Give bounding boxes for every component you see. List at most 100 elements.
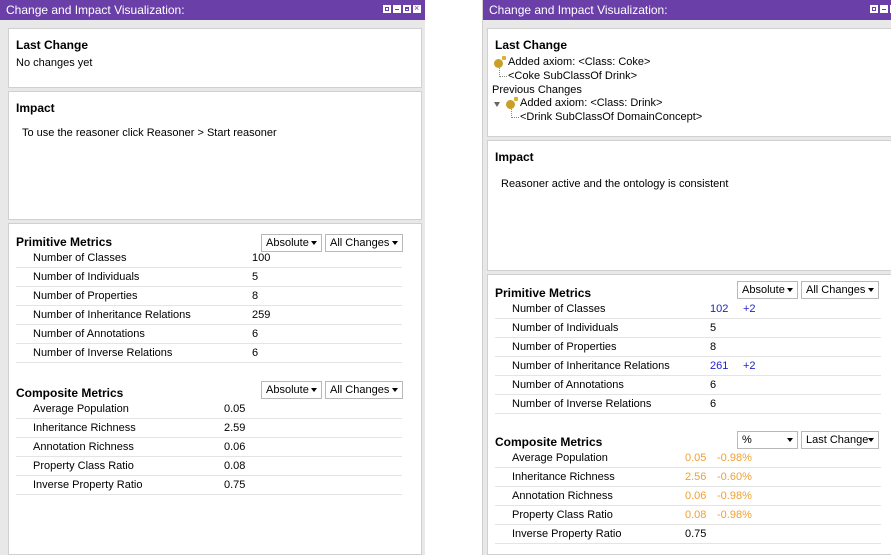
- metric-row: Number of Properties 8: [495, 338, 881, 357]
- chevron-down-icon: [787, 288, 793, 292]
- impact-heading: Impact: [495, 150, 534, 164]
- metric-value: 0.08: [685, 509, 707, 521]
- metric-value: 259: [252, 309, 271, 321]
- metric-name: Number of Inheritance Relations: [33, 309, 191, 321]
- primitive-scope-value: All Changes: [806, 284, 866, 296]
- metric-name: Inverse Property Ratio: [512, 528, 622, 540]
- panel-title: Change and Impact Visualization:: [6, 3, 185, 17]
- primitive-scope-select[interactable]: All Changes: [801, 281, 879, 299]
- chevron-down-icon: [868, 438, 874, 442]
- metric-value: 5: [252, 271, 259, 283]
- metric-row: Number of Inverse Relations 6: [495, 395, 881, 414]
- metric-value: 6: [710, 379, 717, 391]
- impact-heading: Impact: [16, 101, 55, 115]
- impact-section: Impact Reasoner active and the ontology …: [487, 140, 891, 271]
- metric-row: Number of Annotations 6: [495, 376, 881, 395]
- minimize-icon[interactable]: [880, 5, 888, 13]
- metric-row: Number of Inverse Relations 6: [16, 344, 402, 363]
- tree-item-prev-detail: <Drink SubClassOf DomainConcept>: [520, 111, 703, 123]
- metric-name: Number of Inverse Relations: [33, 347, 173, 359]
- window-controls: [870, 5, 891, 13]
- axiom-icon: [494, 56, 506, 68]
- tree-item-axiom[interactable]: Added axiom: <Class: Coke>: [508, 56, 650, 68]
- right-visualization-panel: Change and Impact Visualization: Last Ch…: [482, 0, 891, 555]
- metric-name: Number of Annotations: [512, 379, 624, 391]
- metric-name: Number of Inheritance Relations: [512, 360, 670, 372]
- metric-row: Inverse Property Ratio 0.75: [16, 476, 402, 495]
- metric-value: 0.05: [685, 452, 707, 464]
- composite-mode-value: %: [742, 434, 752, 446]
- metric-name: Number of Classes: [512, 303, 606, 315]
- restore-icon[interactable]: [870, 5, 878, 13]
- metric-value: 0.05: [224, 403, 246, 415]
- metric-value: 0.75: [224, 479, 246, 491]
- metric-name: Number of Classes: [33, 252, 127, 264]
- last-change-heading: Last Change: [495, 38, 568, 52]
- metric-row: Inheritance Richness 2.59: [16, 419, 402, 438]
- left-visualization-panel: Change and Impact Visualization: Last Ch…: [0, 0, 425, 555]
- composite-scope-select[interactable]: Last Change: [801, 431, 879, 449]
- metric-name: Number of Individuals: [512, 322, 619, 334]
- metric-value: 6: [252, 347, 259, 359]
- metric-value: 2.59: [224, 422, 246, 434]
- tree-item-axiom-detail: <Coke SubClassOf Drink>: [508, 70, 637, 82]
- metric-value: 100: [252, 252, 271, 264]
- restore-icon[interactable]: [383, 5, 391, 13]
- metric-value: 0.08: [224, 460, 246, 472]
- metric-row: Number of Classes 100: [16, 249, 402, 268]
- metric-name: Property Class Ratio: [33, 460, 134, 472]
- metric-name: Number of Individuals: [33, 271, 140, 283]
- metric-delta: +2: [743, 360, 756, 372]
- metric-value: 8: [252, 290, 259, 302]
- close-icon[interactable]: [413, 2, 421, 14]
- tree-item-prev-axiom[interactable]: Added axiom: <Class: Drink>: [520, 97, 662, 109]
- metric-value: 0.06: [224, 441, 246, 453]
- composite-metrics-heading: Composite Metrics: [16, 386, 124, 400]
- panel-titlebar: Change and Impact Visualization:: [0, 0, 425, 20]
- metric-delta: -0.98%: [717, 490, 752, 502]
- metric-name: Inheritance Richness: [33, 422, 136, 434]
- metric-name: Average Population: [33, 403, 129, 415]
- metric-name: Number of Inverse Relations: [512, 398, 652, 410]
- composite-scope-select[interactable]: All Changes: [325, 381, 403, 399]
- tree-connector: [511, 109, 519, 118]
- chevron-down-icon: [787, 438, 793, 442]
- chevron-down-icon: [311, 388, 317, 392]
- metric-value: 102: [710, 303, 729, 315]
- metric-row: Number of Properties 8: [16, 287, 402, 306]
- composite-scope-value: All Changes: [330, 384, 390, 396]
- metric-row: Annotation Richness 0.06 -0.98%: [495, 487, 881, 506]
- primitive-mode-select[interactable]: Absolute: [737, 281, 798, 299]
- composite-mode-select[interactable]: Absolute: [261, 381, 322, 399]
- metrics-section: Primitive Metrics Absolute All Changes N…: [8, 223, 422, 555]
- composite-metrics-heading: Composite Metrics: [495, 435, 603, 449]
- panel-titlebar: Change and Impact Visualization:: [483, 0, 891, 20]
- metric-value: 261: [710, 360, 729, 372]
- impact-text: Reasoner active and the ontology is cons…: [501, 178, 729, 190]
- metric-row: Property Class Ratio 0.08: [16, 457, 402, 476]
- last-change-heading: Last Change: [16, 38, 89, 52]
- panel-title: Change and Impact Visualization:: [489, 3, 668, 17]
- expand-triangle-icon[interactable]: [494, 102, 500, 107]
- maximize-icon[interactable]: [403, 5, 411, 13]
- composite-mode-select[interactable]: %: [737, 431, 798, 449]
- primitive-metrics-heading: Primitive Metrics: [495, 286, 592, 300]
- metric-value: 0.06: [685, 490, 707, 502]
- minimize-icon[interactable]: [393, 5, 401, 13]
- metric-delta: -0.98%: [717, 452, 752, 464]
- metric-value: 0.75: [685, 528, 707, 540]
- metric-row: Property Class Ratio 0.08 -0.98%: [495, 506, 881, 525]
- metric-value: 2.56: [685, 471, 707, 483]
- chevron-down-icon: [311, 241, 317, 245]
- metrics-section: Primitive Metrics Absolute All Changes N…: [487, 274, 891, 555]
- tree-connector: [499, 68, 507, 77]
- metric-name: Number of Properties: [512, 341, 617, 353]
- impact-text: To use the reasoner click Reasoner > Sta…: [22, 127, 277, 139]
- primitive-mode-value: Absolute: [742, 284, 785, 296]
- metric-row: Number of Inheritance Relations 261 +2: [495, 357, 881, 376]
- metric-row: Average Population 0.05 -0.98%: [495, 449, 881, 468]
- metric-row: Number of Annotations 6: [16, 325, 402, 344]
- metric-delta: -0.98%: [717, 509, 752, 521]
- metric-row: Inheritance Richness 2.56 -0.60%: [495, 468, 881, 487]
- metric-row: Number of Individuals 5: [16, 268, 402, 287]
